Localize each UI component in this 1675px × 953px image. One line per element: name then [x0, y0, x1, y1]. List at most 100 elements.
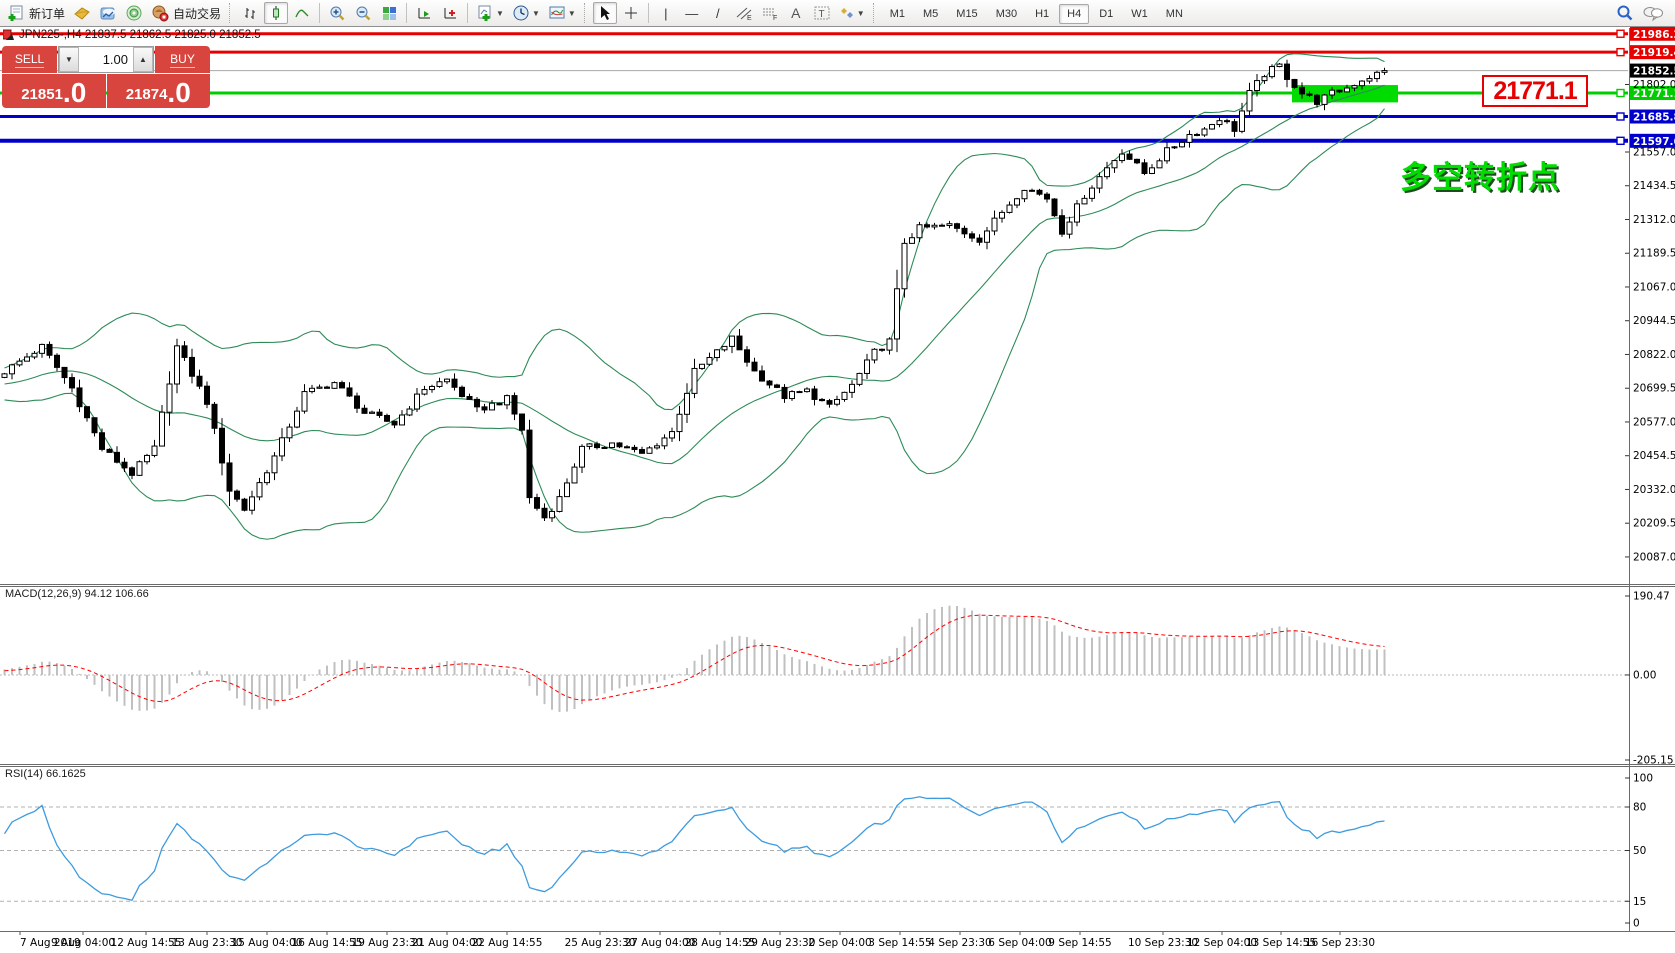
signals-button[interactable]: [122, 2, 146, 24]
dropdown-caret: ▼: [496, 9, 504, 18]
timeframe-button-D1[interactable]: D1: [1091, 4, 1121, 24]
chart-shift-button[interactable]: [438, 2, 462, 24]
rsi-label: RSI(14) 66.1625: [5, 768, 86, 780]
horizontal-line-button[interactable]: —: [680, 2, 704, 24]
dropdown-caret: ▼: [857, 9, 865, 18]
bar-chart-button[interactable]: [238, 2, 262, 24]
svg-text:190.47: 190.47: [1633, 591, 1670, 603]
svg-text:21852.5: 21852.5: [1633, 66, 1675, 78]
channel-button[interactable]: E: [732, 2, 756, 24]
text-button[interactable]: A: [784, 2, 808, 24]
tile-windows-button[interactable]: [377, 2, 401, 24]
buy-button[interactable]: BUY: [155, 46, 210, 73]
candlestick-chart[interactable]: 21986.221919.421771.121685.821597.621852…: [0, 0, 1675, 953]
yellow-book-icon: [73, 4, 91, 22]
timeframe-button-M30[interactable]: M30: [988, 4, 1025, 24]
svg-text:E: E: [747, 15, 752, 21]
text-icon: A: [791, 5, 800, 21]
auto-trading-label: 自动交易: [173, 5, 221, 22]
svg-text:20454.5: 20454.5: [1633, 450, 1675, 462]
svg-text:20699.5: 20699.5: [1633, 383, 1675, 395]
volume-increase-button[interactable]: ▲: [133, 47, 153, 72]
timeframe-toolbar: M1M5M15M30H1H4D1W1MN: [881, 4, 1192, 22]
new-order-icon: [7, 4, 25, 22]
search-button[interactable]: [1613, 2, 1637, 24]
zoom-in-button[interactable]: [325, 2, 349, 24]
shapes-button[interactable]: ▼: [836, 2, 868, 24]
periods-button[interactable]: ▼: [509, 2, 543, 24]
auto-trading-button[interactable]: 自动交易: [148, 2, 224, 24]
svg-text:9 Aug 04:00: 9 Aug 04:00: [51, 937, 115, 949]
timeframe-button-M15[interactable]: M15: [948, 4, 985, 24]
market-watch-button[interactable]: [96, 2, 120, 24]
sell-button[interactable]: SELL: [2, 46, 57, 73]
buy-price: 21874: [126, 84, 168, 106]
volume-input[interactable]: 1.00: [79, 47, 133, 72]
horizontal-line-icon: —: [685, 6, 698, 21]
main-toolbar: 新订单 自动交易: [0, 0, 1675, 27]
sell-price: 21851: [21, 84, 63, 106]
mt4-terminal: { "toolbar": { "new_order_label": "新订单",…: [0, 0, 1675, 953]
toolbar-grip: [229, 3, 233, 23]
zoom-out-button[interactable]: [351, 2, 375, 24]
svg-text:0: 0: [1633, 918, 1640, 930]
svg-text:21986.2: 21986.2: [1633, 29, 1675, 41]
svg-text:T: T: [818, 9, 824, 20]
spin-up-icon: ▲: [139, 55, 147, 64]
chat-button[interactable]: [1639, 2, 1667, 24]
new-order-button[interactable]: 新订单: [4, 2, 68, 24]
crosshair-button[interactable]: [619, 2, 643, 24]
timeframe-button-W1[interactable]: W1: [1123, 4, 1156, 24]
auto-scroll-icon: [416, 5, 433, 22]
svg-text:4 Sep 23:30: 4 Sep 23:30: [928, 937, 991, 949]
buy-price-display[interactable]: 21874.0: [107, 74, 211, 108]
svg-text:21685.8: 21685.8: [1633, 112, 1675, 124]
svg-text:0.00: 0.00: [1633, 669, 1656, 681]
cursor-button[interactable]: [593, 2, 617, 24]
timeframe-button-H4[interactable]: H4: [1059, 4, 1089, 24]
trendline-button[interactable]: /: [706, 2, 730, 24]
svg-text:21189.5: 21189.5: [1633, 248, 1675, 260]
timeframe-button-H1[interactable]: H1: [1027, 4, 1057, 24]
svg-text:21312.0: 21312.0: [1633, 214, 1675, 226]
indicators-icon: [476, 4, 494, 22]
timeframe-button-MN[interactable]: MN: [1158, 4, 1191, 24]
sell-price-display[interactable]: 21851.0: [2, 74, 106, 108]
templates-button[interactable]: ▼: [545, 2, 579, 24]
svg-text:100: 100: [1633, 773, 1653, 785]
svg-text:21919.4: 21919.4: [1633, 47, 1675, 59]
search-icon: [1616, 4, 1634, 22]
chart-shift-icon: [442, 5, 459, 22]
sell-price-pip: .0: [63, 80, 86, 106]
svg-text:21067.0: 21067.0: [1633, 281, 1675, 293]
data-folder-button[interactable]: [70, 2, 94, 24]
timeframe-button-M1[interactable]: M1: [882, 4, 913, 24]
bar-chart-icon: [242, 5, 258, 21]
candlestick-chart-button[interactable]: [264, 2, 288, 24]
toolbar-grip: [584, 3, 588, 23]
fibonacci-button[interactable]: F: [758, 2, 782, 24]
label-button[interactable]: T: [810, 2, 834, 24]
chat-bubbles-icon: [1642, 4, 1664, 22]
svg-text:2 Sep 04:00: 2 Sep 04:00: [808, 937, 871, 949]
zoom-in-icon: [329, 5, 346, 22]
volume-decrease-button[interactable]: ▼: [59, 47, 79, 72]
svg-text:22 Aug 14:55: 22 Aug 14:55: [472, 937, 543, 949]
svg-text:20087.0: 20087.0: [1633, 551, 1675, 563]
svg-text:21557.0: 21557.0: [1633, 146, 1675, 158]
timeframe-button-M5[interactable]: M5: [915, 4, 946, 24]
svg-text:20944.5: 20944.5: [1633, 315, 1675, 327]
shapes-icon: [839, 5, 855, 21]
chart-title: JPN225-,H4 21837.5 21862.5 21825.0 21852…: [19, 29, 261, 41]
auto-scroll-button[interactable]: [412, 2, 436, 24]
new-order-label: 新订单: [29, 5, 65, 22]
svg-text:3 Sep 14:55: 3 Sep 14:55: [868, 937, 931, 949]
spin-down-icon: ▼: [65, 55, 73, 64]
chart-title-row: JPN225-,H4 21837.5 21862.5 21825.0 21852…: [3, 29, 261, 41]
toolbar-separator: [648, 3, 649, 23]
svg-text:20822.0: 20822.0: [1633, 349, 1675, 361]
line-chart-button[interactable]: [290, 2, 314, 24]
vertical-line-button[interactable]: |: [654, 2, 678, 24]
indicators-button[interactable]: ▼: [473, 2, 507, 24]
text-label-icon: T: [813, 5, 831, 21]
